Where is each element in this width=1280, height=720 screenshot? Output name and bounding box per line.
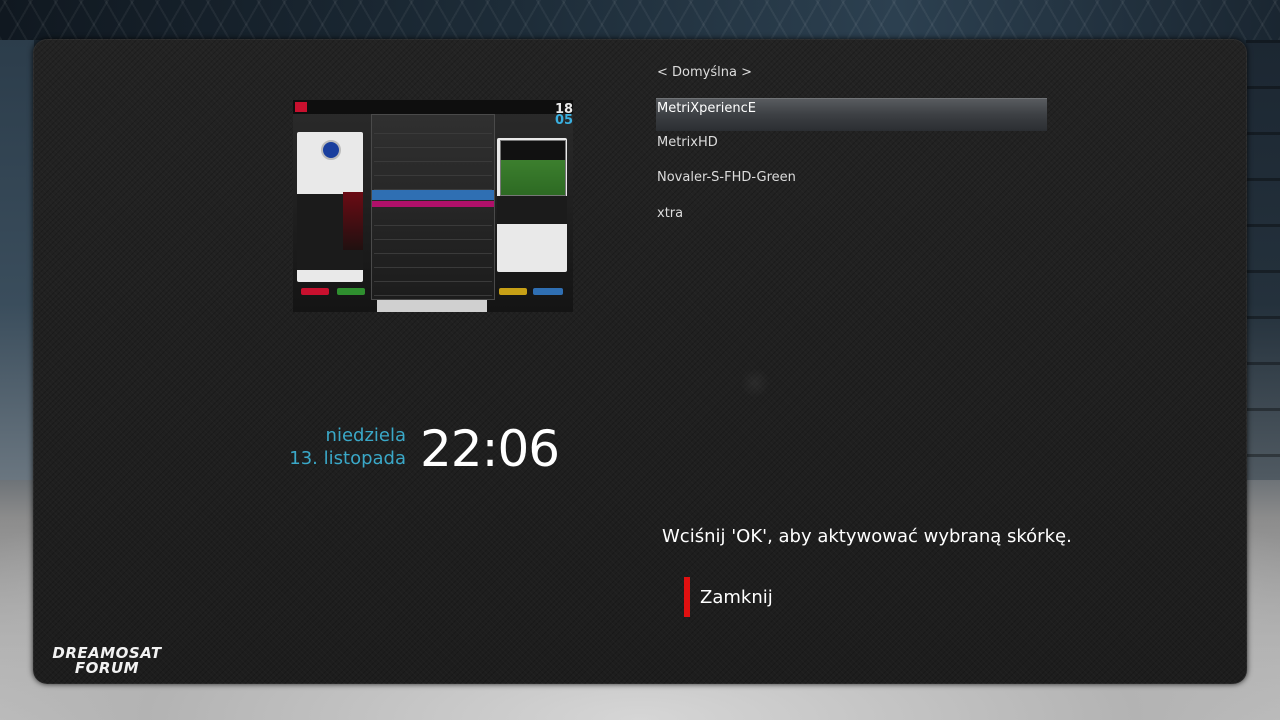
center-glow xyxy=(740,368,770,398)
preview-row xyxy=(374,229,492,240)
preview-row xyxy=(374,123,492,134)
skin-item-label: < Domyślna > xyxy=(657,65,752,80)
preview-row xyxy=(374,137,492,148)
preview-row xyxy=(374,285,492,296)
preview-right-info xyxy=(497,196,567,224)
date-display: niedziela 13. listopada xyxy=(232,424,406,470)
skin-item-default[interactable]: < Domyślna > xyxy=(656,56,1047,90)
preview-channel-list xyxy=(371,114,495,300)
skin-item-label: MetrixHD xyxy=(657,135,718,150)
background-left xyxy=(0,40,34,480)
preview-channel-logo-icon xyxy=(321,140,341,160)
preview-row xyxy=(374,151,492,162)
preview-clock: 18 05 xyxy=(555,103,573,128)
skin-item-label: Novaler-S-FHD-Green xyxy=(657,170,796,185)
preview-yellow-button xyxy=(499,288,527,295)
preview-selected-row xyxy=(372,190,494,200)
close-button-label: Zamknij xyxy=(700,587,773,608)
skin-preview-image: 18 05 xyxy=(293,100,573,312)
preview-row xyxy=(374,165,492,176)
skin-item-novaler[interactable]: Novaler-S-FHD-Green xyxy=(656,161,1047,195)
skin-item-metrixhd[interactable]: MetrixHD xyxy=(656,126,1047,160)
background-top xyxy=(0,0,1280,40)
skin-item-label: MetriXperiencE xyxy=(657,101,756,116)
preview-row xyxy=(374,257,492,268)
preview-blue-button xyxy=(533,288,563,295)
skin-item-xtra[interactable]: xtra xyxy=(656,197,1047,231)
preview-selected-row-info xyxy=(372,201,494,207)
preview-topbar xyxy=(293,100,573,114)
activation-hint: Wciśnij 'OK', aby aktywować wybraną skór… xyxy=(662,526,1072,547)
day-of-week: niedziela xyxy=(325,425,406,446)
preview-red-button xyxy=(301,288,329,295)
preview-row xyxy=(374,271,492,282)
preview-flag-icon xyxy=(295,102,307,112)
preview-row xyxy=(374,179,492,190)
red-key-indicator xyxy=(684,577,690,617)
preview-row xyxy=(374,215,492,226)
logo-line2: FORUM xyxy=(74,659,140,677)
skin-selector-panel xyxy=(33,39,1247,684)
skin-item-label: xtra xyxy=(657,206,684,221)
preview-video-thumbnail xyxy=(500,140,566,196)
preview-row xyxy=(374,243,492,254)
dreamosat-forum-logo: DREAMOSAT FORUM xyxy=(44,646,170,677)
preview-green-button xyxy=(337,288,365,295)
background-right xyxy=(1246,40,1280,480)
clock-time: 22:06 xyxy=(420,420,560,478)
preview-bottom-reel xyxy=(377,300,487,312)
date-text: 13. listopada xyxy=(289,448,406,469)
preview-clock-minutes: 05 xyxy=(555,113,573,128)
preview-poster xyxy=(343,192,363,250)
